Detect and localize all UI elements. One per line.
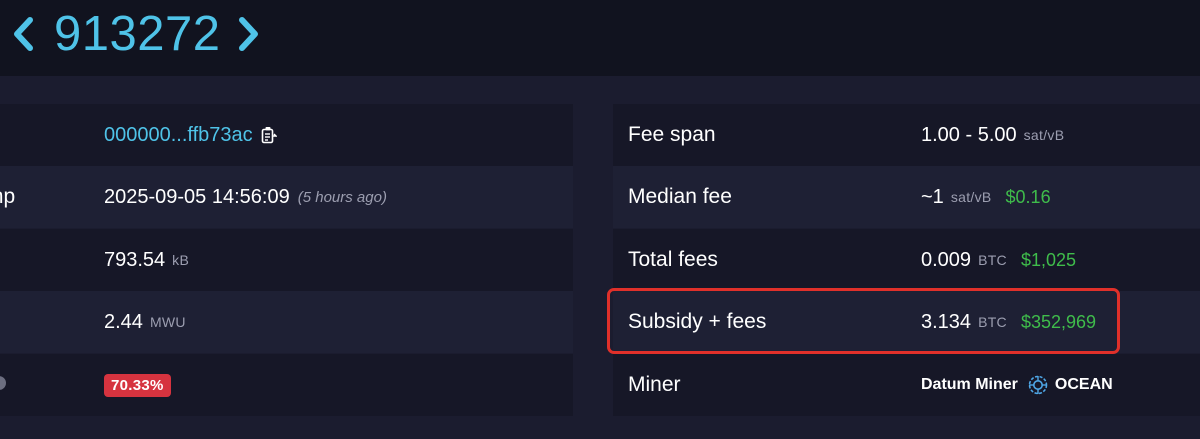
size-unit: kB — [172, 252, 190, 268]
subsidy-fees-value: 3.134 — [921, 310, 972, 333]
timestamp-label: mp — [0, 185, 16, 208]
block-details-right: Fee span 1.00 - 5.00 sat/vB Median fee ~… — [613, 104, 1200, 416]
timestamp-relative: (5 hours ago) — [297, 188, 387, 206]
median-fee-value: ~1 — [921, 185, 944, 208]
fee-span-value-cell: 1.00 - 5.00 sat/vB — [921, 104, 1064, 166]
size-value: 793.54 — [104, 248, 166, 271]
copy-icon[interactable] — [261, 126, 278, 144]
median-fee-fiat: $0.16 — [1005, 186, 1051, 207]
info-icon[interactable] — [0, 376, 6, 390]
miner-row: Miner Datum Miner OCEAN — [613, 354, 1200, 416]
median-fee-row: Median fee ~1 sat/vB $0.16 — [613, 166, 1200, 228]
health-row: 70.33% — [0, 354, 573, 416]
miner-value-cell[interactable]: Datum Miner OCEAN — [921, 354, 1113, 416]
total-fees-fiat: $1,025 — [1020, 249, 1077, 270]
timestamp-value-cell: 2025-09-05 14:56:09 (5 hours ago) — [104, 166, 387, 228]
fee-span-value: 1.00 - 5.00 — [921, 123, 1017, 146]
chevron-right-icon — [239, 17, 258, 51]
miner-name[interactable]: Datum Miner — [921, 376, 1018, 394]
hash-row: 000000...ffb73ac — [0, 104, 573, 166]
weight-value: 2.44 — [104, 310, 143, 333]
total-fees-value-cell: 0.009 BTC $1,025 — [921, 229, 1076, 291]
ocean-pool-icon — [1028, 375, 1048, 395]
subsidy-fees-fiat: $352,969 — [1020, 311, 1097, 332]
miner-label: Miner — [628, 373, 681, 396]
weight-unit: MWU — [149, 314, 186, 330]
size-row: 793.54 kB — [0, 229, 573, 291]
health-value-cell: 70.33% — [104, 354, 171, 416]
weight-row: 2.44 MWU — [0, 291, 573, 353]
weight-value-cell: 2.44 MWU — [104, 291, 186, 353]
subsidy-fees-value-cell: 3.134 BTC $352,969 — [921, 291, 1096, 353]
median-fee-value-cell: ~1 sat/vB $0.16 — [921, 166, 1051, 228]
fee-span-label: Fee span — [628, 123, 716, 146]
total-fees-row: Total fees 0.009 BTC $1,025 — [613, 229, 1200, 291]
total-fees-label: Total fees — [628, 248, 718, 271]
pool-name[interactable]: OCEAN — [1055, 376, 1113, 394]
timestamp-row: mp 2025-09-05 14:56:09 (5 hours ago) — [0, 166, 573, 228]
chevron-left-icon — [14, 17, 33, 51]
block-header: 913272 — [0, 0, 1200, 76]
subsidy-fees-label: Subsidy + fees — [628, 310, 767, 333]
next-block-button[interactable] — [234, 14, 264, 54]
block-height: 913272 — [54, 7, 221, 61]
block-hash-link[interactable]: 000000...ffb73ac — [104, 124, 253, 147]
timestamp-value: 2025-09-05 14:56:09 — [104, 185, 290, 208]
fee-span-row: Fee span 1.00 - 5.00 sat/vB — [613, 104, 1200, 166]
previous-block-button[interactable] — [8, 14, 38, 54]
total-fees-unit: BTC — [978, 252, 1007, 268]
size-value-cell: 793.54 kB — [104, 229, 189, 291]
subsidy-fees-unit: BTC — [978, 314, 1007, 330]
block-details-left: 000000...ffb73ac mp 2025-09-05 14:56:09 … — [0, 104, 573, 416]
health-badge: 70.33% — [104, 373, 171, 397]
hash-value-cell: 000000...ffb73ac — [104, 104, 278, 166]
fee-span-unit: sat/vB — [1023, 127, 1065, 143]
median-fee-unit: sat/vB — [950, 189, 992, 205]
total-fees-value: 0.009 — [921, 248, 972, 271]
median-fee-label: Median fee — [628, 185, 732, 208]
subsidy-fees-row: Subsidy + fees 3.134 BTC $352,969 — [613, 291, 1200, 353]
